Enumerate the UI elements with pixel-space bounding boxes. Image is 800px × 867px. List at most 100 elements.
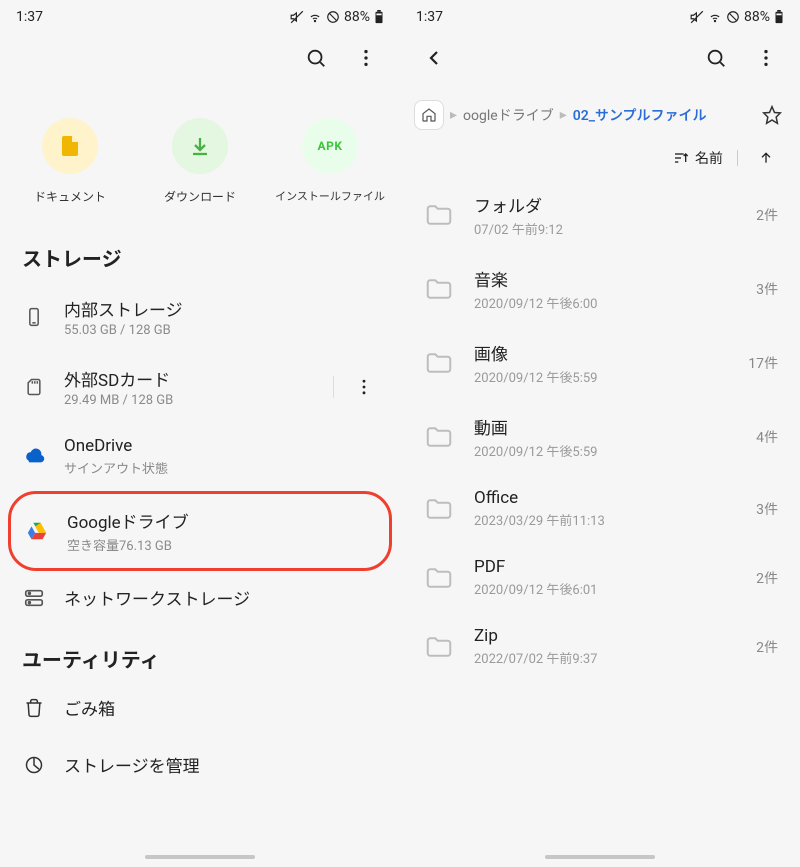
item-count: 17件 xyxy=(748,353,778,373)
item-count: 2件 xyxy=(756,568,778,588)
item-title: Office xyxy=(474,488,738,508)
more-vertical-icon xyxy=(355,47,377,69)
section-header-storage: ストレージ xyxy=(0,227,400,278)
storage-google-drive[interactable]: Googleドライブ 空き容量76.13 GB xyxy=(8,491,392,571)
breadcrumb-parent[interactable]: oogleドライブ xyxy=(463,105,554,125)
sdcard-more-button[interactable] xyxy=(350,373,378,401)
chevron-right-icon: ▸ xyxy=(450,107,457,123)
sort-button[interactable]: 名前 xyxy=(673,144,723,172)
list-item[interactable]: Zip 2022/07/02 午前9:37 2件 xyxy=(406,612,794,681)
nav-handle[interactable] xyxy=(545,855,655,859)
no-sim-icon xyxy=(326,10,340,24)
sort-direction-button[interactable] xyxy=(752,144,780,172)
list-item[interactable]: 動画 2020/09/12 午後5:59 4件 xyxy=(406,400,794,474)
sdcard-icon xyxy=(22,375,46,399)
mute-icon xyxy=(690,10,704,24)
list-item[interactable]: フォルダ 07/02 午前9:12 2件 xyxy=(406,178,794,252)
top-actions xyxy=(400,34,800,82)
item-count: 4件 xyxy=(756,427,778,447)
storage-sub: サインアウト状態 xyxy=(64,458,378,477)
nav-handle[interactable] xyxy=(145,855,255,859)
more-vertical-icon xyxy=(755,47,777,69)
list-item[interactable]: 画像 2020/09/12 午後5:59 17件 xyxy=(406,326,794,400)
storage-onedrive[interactable]: OneDrive サインアウト状態 xyxy=(8,422,392,491)
item-count: 2件 xyxy=(756,637,778,657)
status-bar: 1:37 88% xyxy=(0,0,400,34)
utility-label: ストレージを管理 xyxy=(64,752,200,777)
sdcard-trailing xyxy=(333,373,378,401)
storage-network[interactable]: ネットワークストレージ xyxy=(8,571,392,624)
battery-icon xyxy=(774,10,784,24)
list-item[interactable]: 音楽 2020/09/12 午後6:00 3件 xyxy=(406,252,794,326)
category-downloads[interactable]: ダウンロード xyxy=(144,118,256,205)
wifi-icon xyxy=(708,10,722,24)
storage-title: OneDrive xyxy=(64,436,378,456)
storage-title: ネットワークストレージ xyxy=(64,585,378,610)
home-icon xyxy=(421,107,437,123)
status-time: 1:37 xyxy=(416,9,443,25)
status-icons: 88% xyxy=(290,9,384,25)
back-button[interactable] xyxy=(420,44,448,72)
list-item[interactable]: PDF 2020/09/12 午後6:01 2件 xyxy=(406,543,794,612)
document-icon xyxy=(42,118,98,174)
more-button[interactable] xyxy=(352,44,380,72)
item-sub: 07/02 午前9:12 xyxy=(474,219,738,238)
storage-title: Googleドライブ xyxy=(67,508,375,533)
search-icon xyxy=(305,47,327,69)
mute-icon xyxy=(290,10,304,24)
breadcrumb-home-button[interactable] xyxy=(414,100,444,130)
onedrive-icon xyxy=(22,445,46,469)
more-button[interactable] xyxy=(752,44,780,72)
item-title: 音楽 xyxy=(474,266,738,291)
section-header-utility: ユーティリティ xyxy=(0,628,400,679)
item-sub: 2022/07/02 午前9:37 xyxy=(474,648,738,667)
search-button[interactable] xyxy=(302,44,330,72)
chevron-left-icon xyxy=(422,46,446,70)
utility-manage-storage[interactable]: ストレージを管理 xyxy=(0,736,400,793)
item-title: Zip xyxy=(474,626,738,646)
folder-icon xyxy=(422,561,456,595)
status-bar: 1:37 88% xyxy=(400,0,800,34)
list-item[interactable]: Office 2023/03/29 午前11:13 3件 xyxy=(406,474,794,543)
utility-label: ごみ箱 xyxy=(64,695,115,720)
search-button[interactable] xyxy=(702,44,730,72)
item-title: 画像 xyxy=(474,340,730,365)
category-label: インストールファイル xyxy=(275,188,385,204)
sort-row: 名前 xyxy=(400,136,800,178)
divider xyxy=(737,150,738,166)
utility-trash[interactable]: ごみ箱 xyxy=(0,679,400,736)
folder-icon xyxy=(422,492,456,526)
trash-icon xyxy=(22,696,46,720)
google-drive-icon xyxy=(25,519,49,543)
item-title: フォルダ xyxy=(474,192,738,217)
item-title: 動画 xyxy=(474,414,738,439)
sort-label: 名前 xyxy=(695,148,723,168)
folder-icon xyxy=(422,198,456,232)
item-sub: 2020/09/12 午後5:59 xyxy=(474,367,730,386)
folder-icon xyxy=(422,346,456,380)
breadcrumb: ▸ oogleドライブ ▸ 02_サンプルファイル xyxy=(400,82,800,136)
no-sim-icon xyxy=(726,10,740,24)
folder-icon xyxy=(422,420,456,454)
arrow-up-icon xyxy=(758,150,774,166)
storage-internal[interactable]: 内部ストレージ 55.03 GB / 128 GB xyxy=(8,282,392,352)
item-count: 3件 xyxy=(756,499,778,519)
wifi-icon xyxy=(308,10,322,24)
star-icon xyxy=(762,105,782,125)
status-time: 1:37 xyxy=(16,9,43,25)
search-icon xyxy=(705,47,727,69)
analyze-icon xyxy=(22,753,46,777)
folder-list: フォルダ 07/02 午前9:12 2件 音楽 2020/09/12 午後6:0… xyxy=(400,178,800,681)
category-install-files[interactable]: APK インストールファイル xyxy=(274,118,386,205)
sort-icon xyxy=(673,150,689,166)
breadcrumb-current[interactable]: 02_サンプルファイル xyxy=(573,105,707,125)
storage-sub: 空き容量76.13 GB xyxy=(67,535,375,554)
favorite-button[interactable] xyxy=(758,101,786,129)
category-documents[interactable]: ドキュメント xyxy=(14,118,126,205)
storage-sdcard[interactable]: 外部SDカード 29.49 MB / 128 GB xyxy=(8,352,392,422)
storage-title: 内部ストレージ xyxy=(64,296,378,321)
storage-sub: 29.49 MB / 128 GB xyxy=(64,393,315,408)
right-pane: 1:37 88% xyxy=(400,0,800,867)
top-actions xyxy=(0,34,400,82)
chevron-right-icon: ▸ xyxy=(560,107,567,123)
